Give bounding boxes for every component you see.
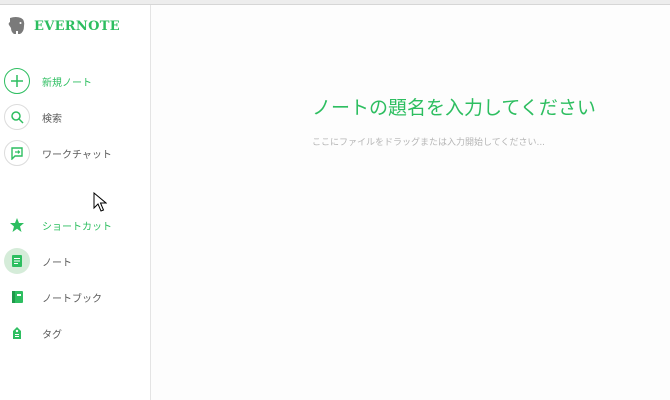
work-chat-button[interactable]: ワークチャット: [4, 139, 112, 167]
search-icon: [4, 104, 30, 130]
notebook-icon: [4, 284, 30, 310]
new-note-button[interactable]: 新規ノート: [4, 67, 92, 95]
notebooks-label: ノートブック: [42, 293, 102, 305]
elephant-logo-icon: [8, 17, 25, 34]
plus-icon: [4, 68, 30, 94]
star-icon: [4, 212, 30, 238]
shortcuts-label: ショートカット: [42, 221, 112, 233]
mouse-pointer-icon: [93, 192, 107, 212]
note-icon: [4, 248, 30, 274]
sidebar-item-tags[interactable]: タグ: [4, 319, 62, 347]
note-body-input[interactable]: ここにファイルをドラッグまたは入力開始してください...: [312, 135, 545, 148]
sidebar-item-notebooks[interactable]: ノートブック: [4, 283, 102, 311]
search-label: 検索: [42, 113, 62, 125]
sidebar-item-shortcuts[interactable]: ショートカット: [4, 211, 112, 239]
search-button[interactable]: 検索: [4, 103, 62, 131]
tag-icon: [4, 320, 30, 346]
brand-name: EVERNOTE: [34, 18, 120, 34]
note-title-input[interactable]: ノートの題名を入力してください: [312, 93, 596, 120]
tags-label: タグ: [42, 329, 62, 341]
work-chat-label: ワークチャット: [42, 149, 112, 161]
notes-label: ノート: [42, 257, 72, 269]
sidebar: EVERNOTE 新規ノート 検索 ワークチャット ショートカット ノート ノー…: [0, 5, 151, 400]
note-editor: ノートの題名を入力してください ここにファイルをドラッグまたは入力開始してくださ…: [151, 5, 670, 400]
evernote-logo[interactable]: EVERNOTE: [6, 15, 120, 37]
sidebar-item-notes[interactable]: ノート: [4, 247, 72, 275]
app-window: EVERNOTE 新規ノート 検索 ワークチャット ショートカット ノート ノー…: [0, 0, 670, 400]
chat-icon: [4, 140, 30, 166]
new-note-label: 新規ノート: [42, 77, 92, 89]
